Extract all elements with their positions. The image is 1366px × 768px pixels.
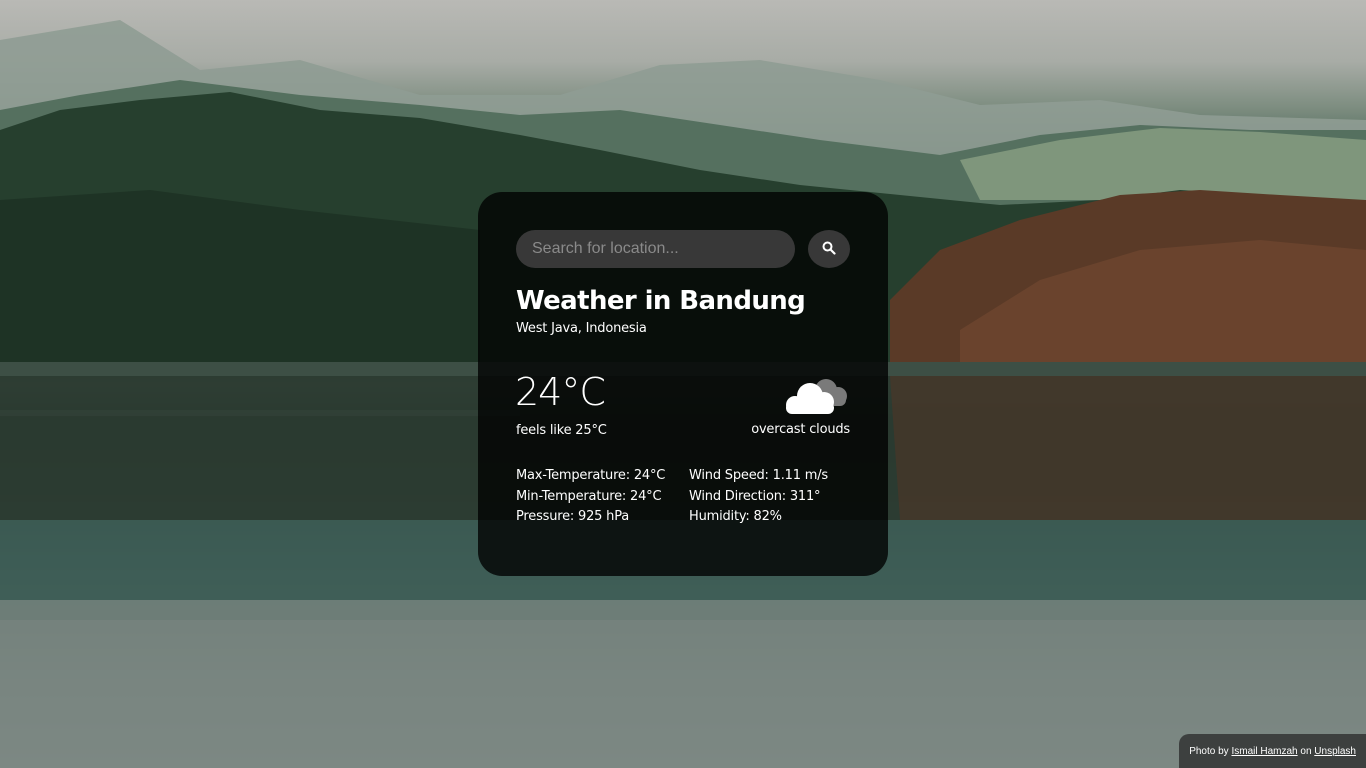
photo-credit: Photo by Ismail Hamzah on Unsplash [1179, 734, 1366, 768]
current-temperature: 24°C [515, 370, 606, 414]
pressure: Pressure: 925 hPa [516, 509, 630, 524]
min-temperature: Min-Temperature: 24°C [516, 488, 662, 504]
search-icon [822, 241, 836, 258]
feels-like-temperature: feels like 25°C [516, 423, 607, 438]
wind-direction: Wind Direction: 311° [689, 488, 821, 504]
author-link[interactable]: Ismail Hamzah [1231, 746, 1297, 757]
details-left-column: Max-Temperature: 24°C Min-Temperature: 2… [516, 466, 665, 528]
humidity: Humidity: 82% [689, 509, 782, 524]
search-bar [516, 230, 850, 268]
credit-middle: on [1300, 745, 1312, 757]
details-right-column: Wind Speed: 1.11 m/s Wind Direction: 311… [689, 466, 828, 528]
unsplash-link[interactable]: Unsplash [1314, 746, 1356, 757]
search-input[interactable] [516, 230, 795, 268]
search-button[interactable] [808, 230, 850, 268]
weather-title: Weather in Bandung [516, 286, 806, 316]
weather-description: overcast clouds [751, 422, 850, 437]
credit-prefix: Photo by [1189, 745, 1229, 757]
max-temperature: Max-Temperature: 24°C [516, 468, 666, 483]
weather-card: Weather in Bandung West Java, Indonesia … [478, 192, 888, 576]
overcast-cloud-icon [780, 372, 852, 420]
location-region: West Java, Indonesia [516, 321, 647, 336]
wind-speed: Wind Speed: 1.11 m/s [689, 468, 828, 483]
